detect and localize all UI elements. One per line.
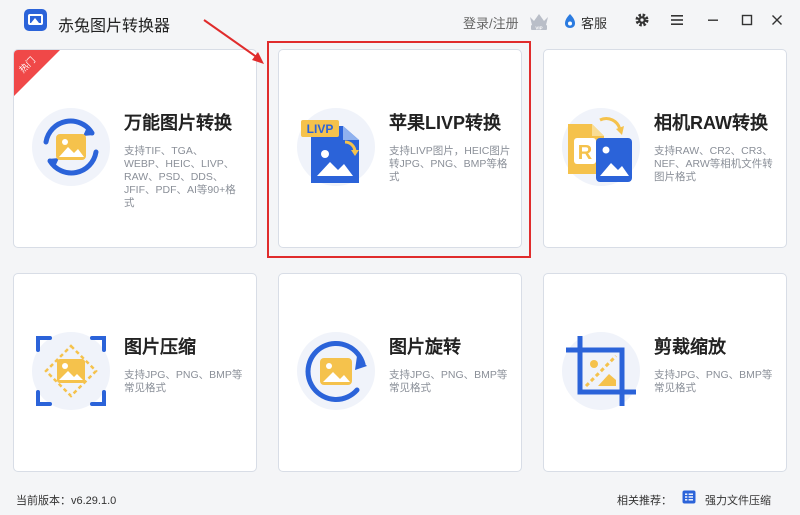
vip-crown-icon[interactable]: VIP <box>528 11 550 31</box>
version-info: 当前版本：v6.29.1.0 <box>16 492 116 508</box>
highlight-box <box>267 41 531 258</box>
card-compress[interactable]: 图片压缩 支持JPG、PNG、BMP等常见格式 <box>13 273 257 472</box>
maximize-icon <box>741 14 753 26</box>
app-logo-icon <box>24 9 47 31</box>
card-description: 支持JPG、PNG、BMP等常见格式 <box>389 369 508 394</box>
card-universal-convert[interactable]: 热门 万能图片转换 支持TIF、TGA、WEBP、HEIC、LIVP、RAW、P… <box>13 49 257 248</box>
card-title: 图片压缩 <box>124 337 196 357</box>
card-title: 图片旋转 <box>389 337 461 357</box>
customer-service-link[interactable]: 客服 <box>581 13 607 32</box>
close-button[interactable] <box>767 10 787 30</box>
minimize-icon <box>708 19 718 21</box>
close-icon <box>772 15 782 25</box>
card-description: 支持JPG、PNG、BMP等常见格式 <box>124 369 243 394</box>
card-crop-scale[interactable]: 剪裁缩放 支持JPG、PNG、BMP等常见格式 <box>543 273 787 472</box>
raw-convert-icon: R <box>568 117 632 182</box>
login-register-link[interactable]: 登录/注册 <box>463 13 519 32</box>
crop-icon <box>566 336 636 406</box>
settings-button[interactable] <box>632 10 652 30</box>
menu-icon <box>671 15 683 25</box>
minimize-button[interactable] <box>703 10 723 30</box>
card-description: 支持JPG、PNG、BMP等常见格式 <box>654 369 773 394</box>
version-value: v6.29.1.0 <box>71 495 117 507</box>
gear-icon <box>635 13 649 27</box>
annotation-arrow-icon <box>203 19 264 64</box>
menu-button[interactable] <box>667 10 687 30</box>
file-compress-icon[interactable] <box>682 490 696 504</box>
raw-icon-label: R <box>578 142 593 164</box>
card-raw-convert[interactable]: R 相机RAW转换 支持RAW、CR2、CR3、NEF、ARW等相机文件转图片格… <box>543 49 787 248</box>
card-title: 万能图片转换 <box>124 113 232 133</box>
customer-service-icon[interactable] <box>563 13 577 29</box>
card-title: 剪裁缩放 <box>654 337 726 357</box>
card-rotate[interactable]: 图片旋转 支持JPG、PNG、BMP等常见格式 <box>278 273 522 472</box>
hot-badge <box>14 50 60 96</box>
card-description: 支持RAW、CR2、CR3、NEF、ARW等相机文件转图片格式 <box>654 145 773 183</box>
related-app-link[interactable]: 强力文件压缩 <box>705 492 771 508</box>
related-label: 相关推荐： <box>617 495 672 507</box>
compress-icon <box>36 336 106 406</box>
app-title: 赤兔图片转换器 <box>58 18 171 35</box>
universal-convert-icon <box>43 118 99 176</box>
card-title: 相机RAW转换 <box>654 113 768 133</box>
rotate-icon <box>305 341 367 402</box>
version-label: 当前版本： <box>16 495 71 507</box>
vip-badge-text: VIP <box>535 25 542 30</box>
maximize-button[interactable] <box>737 10 757 30</box>
title-bar: 赤兔图片转换器 登录/注册 VIP 客服 <box>0 0 800 42</box>
card-description: 支持TIF、TGA、WEBP、HEIC、LIVP、RAW、PSD、DDS、JFI… <box>124 145 236 209</box>
status-bar: 当前版本：v6.29.1.0 相关推荐： 强力文件压缩 <box>0 482 800 515</box>
